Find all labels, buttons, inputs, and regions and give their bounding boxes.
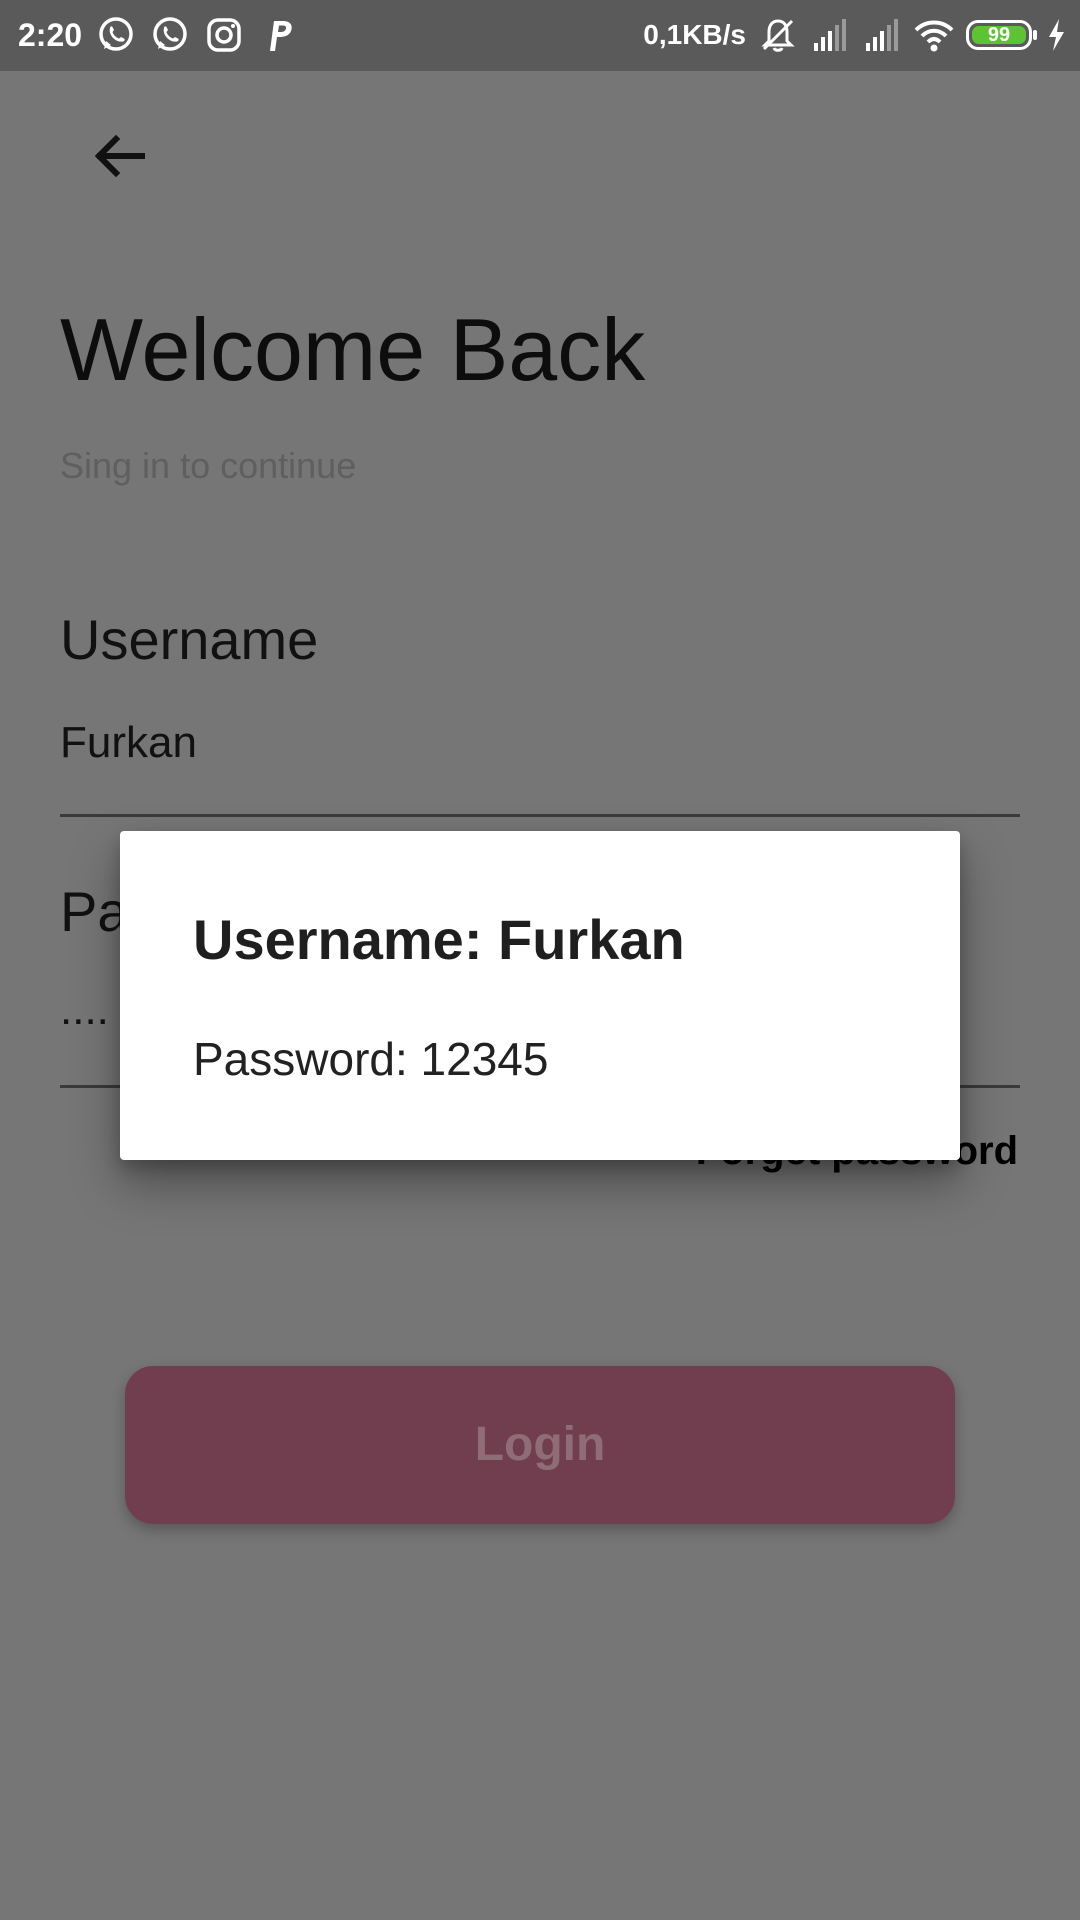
p-app-icon [270,21,292,51]
dialog-title: Username: Furkan [193,908,685,971]
charging-icon [1049,19,1064,51]
notification-icons [96,15,298,55]
page-title: Welcome Back [60,300,646,399]
status-bar: 2:20 0,1KB/s 99 [0,0,1080,71]
login-button[interactable]: Login [125,1366,955,1524]
alert-dialog[interactable]: Username: Furkan Password: 12345 [120,831,960,1160]
username-label: Username [60,608,319,671]
battery-level: 99 [987,24,1011,46]
instagram-icon [207,18,241,52]
login-button-label: Login [474,1418,606,1471]
page-subtitle: Sing in to continue [60,445,357,486]
system-status: 0,1KB/s 99 [643,14,1068,56]
password-label: Pa [60,880,129,943]
network-speed: 0,1KB/s [643,19,746,50]
username-underline [60,814,1020,817]
signal-icon [866,19,898,51]
username-input[interactable]: Furkan [60,717,197,769]
back-button[interactable] [82,118,158,194]
dialog-content: Password: 12345 [193,1033,549,1085]
wifi-icon [914,20,954,52]
whatsapp-icon [153,17,187,51]
mute-bell-icon [761,19,795,52]
password-input[interactable]: .... [60,984,109,1036]
status-time: 2:20 [18,17,83,53]
arrow-back-icon [94,134,145,178]
whatsapp-icon [99,17,133,51]
battery-icon: 99 [966,20,1037,50]
signal-icon [814,19,846,51]
